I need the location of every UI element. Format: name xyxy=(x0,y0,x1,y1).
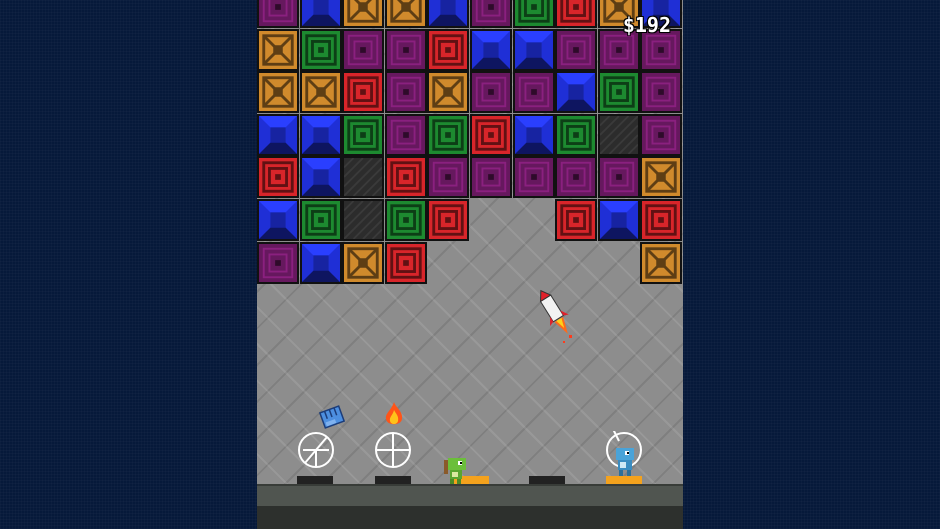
block-blue xyxy=(299,113,342,156)
block-purple xyxy=(342,28,385,71)
block-purple xyxy=(384,71,427,114)
block-stone xyxy=(342,156,385,199)
block-purple xyxy=(597,156,640,199)
block-green xyxy=(512,0,555,28)
block-blue xyxy=(470,28,512,71)
game-viewport[interactable]: $192 xyxy=(257,0,683,529)
block-purple xyxy=(257,0,299,28)
block-blue xyxy=(597,199,640,241)
block-blue xyxy=(512,113,555,156)
block-red xyxy=(640,199,683,241)
fist-icon xyxy=(318,405,346,429)
block-green xyxy=(299,28,342,71)
crosshair-1[interactable] xyxy=(297,431,335,469)
block-green xyxy=(299,199,342,241)
block-blue xyxy=(555,71,598,114)
block-purple xyxy=(640,71,683,114)
block-red xyxy=(342,71,385,114)
block-red xyxy=(427,199,470,241)
block-orange xyxy=(257,28,299,71)
block-green xyxy=(384,199,427,241)
block-purple xyxy=(470,0,512,28)
rocket-icon xyxy=(539,289,572,343)
block-purple xyxy=(384,113,427,156)
crosshair-2[interactable] xyxy=(374,431,412,469)
block-orange xyxy=(640,156,683,199)
launch-pad-1[interactable] xyxy=(297,476,333,484)
block-red xyxy=(470,113,512,156)
block-blue xyxy=(257,113,299,156)
floor-base xyxy=(257,506,683,529)
block-blue xyxy=(299,241,342,284)
block-blue xyxy=(512,28,555,71)
block-stone xyxy=(342,199,385,241)
block-green xyxy=(597,71,640,114)
fire-icon xyxy=(385,402,403,425)
block-blue xyxy=(299,0,342,28)
block-blue xyxy=(427,0,470,28)
block-orange xyxy=(342,241,385,284)
block-red xyxy=(384,241,427,284)
block-purple xyxy=(512,156,555,199)
block-orange xyxy=(257,71,299,114)
block-purple xyxy=(512,71,555,114)
block-stone xyxy=(597,113,640,156)
launch-pad-2[interactable] xyxy=(375,476,411,484)
block-red xyxy=(384,156,427,199)
block-purple xyxy=(555,156,598,199)
block-orange xyxy=(427,71,470,114)
block-purple xyxy=(384,28,427,71)
block-purple xyxy=(257,241,299,284)
block-orange xyxy=(342,0,385,28)
block-green xyxy=(342,113,385,156)
block-purple xyxy=(470,71,512,114)
block-orange xyxy=(299,71,342,114)
block-orange xyxy=(640,241,683,284)
block-purple xyxy=(427,156,470,199)
block-green xyxy=(555,113,598,156)
block-purple xyxy=(640,113,683,156)
block-red xyxy=(427,28,470,71)
launch-pad-4[interactable] xyxy=(529,476,565,484)
block-purple xyxy=(555,28,598,71)
block-red xyxy=(555,0,598,28)
blue-dino-player xyxy=(616,448,634,476)
green-dino-player xyxy=(444,458,466,485)
money-counter: $192 xyxy=(622,13,671,37)
block-blue xyxy=(299,156,342,199)
block-orange xyxy=(384,0,427,28)
block-green xyxy=(427,113,470,156)
floor xyxy=(257,484,683,508)
launch-pad-5[interactable] xyxy=(606,476,642,484)
block-purple xyxy=(470,156,512,199)
block-grid xyxy=(257,0,683,286)
block-red xyxy=(555,199,598,241)
block-blue xyxy=(257,199,299,241)
block-red xyxy=(257,156,299,199)
